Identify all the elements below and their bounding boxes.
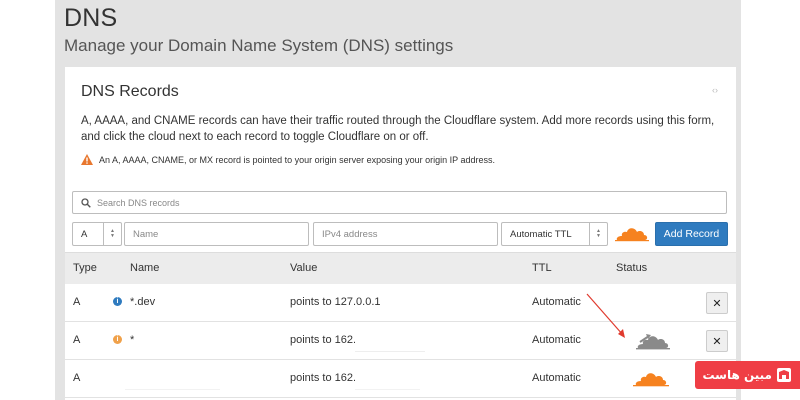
ttl-select[interactable]: Automatic TTL ▲ ▼ bbox=[501, 222, 608, 246]
record-type: A bbox=[73, 334, 81, 346]
column-status: Status bbox=[616, 262, 648, 274]
brand-logo-icon bbox=[777, 368, 791, 382]
column-value: Value bbox=[290, 262, 318, 274]
card-description: A, AAAA, and CNAME records can have thei… bbox=[81, 115, 715, 143]
record-value[interactable]: points to 127.0.0.1 bbox=[290, 296, 381, 308]
warning-icon bbox=[81, 154, 93, 165]
cloud-icon[interactable] bbox=[635, 330, 671, 352]
record-type: A bbox=[73, 296, 81, 308]
search-icon bbox=[81, 197, 91, 208]
record-type-value: A bbox=[81, 228, 88, 240]
record-ttl[interactable]: Automatic bbox=[532, 372, 581, 384]
warning-text: An A, AAAA, CNAME, or MX record is point… bbox=[99, 154, 496, 165]
redacted-area bbox=[355, 332, 425, 352]
collapse-icon[interactable]: ‹› bbox=[712, 85, 718, 95]
table-header: Type Name Value TTL Status bbox=[65, 252, 736, 284]
page: DNS Manage your Domain Name System (DNS)… bbox=[0, 0, 800, 400]
info-icon[interactable]: i bbox=[113, 297, 122, 306]
add-record-button[interactable]: Add Record bbox=[655, 222, 728, 246]
brand-badge: مبین هاست bbox=[695, 361, 800, 389]
delete-record-button[interactable]: ✕ bbox=[706, 330, 728, 352]
record-value[interactable]: points to 162. bbox=[290, 372, 356, 384]
card-title: DNS Records bbox=[81, 83, 179, 100]
record-ttl[interactable]: Automatic bbox=[532, 296, 581, 308]
table-row: A points to 162. Automatic bbox=[65, 360, 736, 398]
record-type-select[interactable]: A ▲ ▼ bbox=[72, 222, 122, 246]
ttl-value: Automatic TTL bbox=[510, 228, 572, 240]
dns-records-card: DNS Records ‹› A, AAAA, and CNAME record… bbox=[65, 67, 736, 400]
column-ttl: TTL bbox=[532, 262, 552, 274]
annotation-arrow bbox=[586, 293, 625, 338]
cloud-icon[interactable] bbox=[633, 370, 669, 390]
name-input[interactable] bbox=[124, 222, 309, 246]
table-row: A i *.dev points to 127.0.0.1 Automatic … bbox=[65, 284, 736, 322]
close-icon: ✕ bbox=[712, 335, 722, 348]
stepper-icon: ▲ ▼ bbox=[589, 223, 607, 245]
delete-record-button[interactable]: ✕ bbox=[706, 292, 728, 314]
table-row: A i * points to 162. Automatic ✕ bbox=[65, 322, 736, 360]
column-type: Type bbox=[73, 262, 97, 274]
cloud-icon[interactable] bbox=[615, 224, 649, 244]
brand-text: مبین هاست bbox=[702, 368, 772, 382]
stepper-icon: ▲ ▼ bbox=[103, 223, 121, 245]
search-input[interactable] bbox=[97, 197, 657, 208]
page-title: DNS bbox=[64, 4, 118, 32]
search-bar[interactable] bbox=[72, 191, 727, 214]
record-name[interactable]: *.dev bbox=[130, 296, 155, 308]
close-icon: ✕ bbox=[712, 297, 722, 310]
page-subtitle: Manage your Domain Name System (DNS) set… bbox=[64, 36, 454, 55]
record-name[interactable]: * bbox=[130, 334, 134, 346]
redacted-area bbox=[125, 370, 220, 390]
warning-message: An A, AAAA, CNAME, or MX record is point… bbox=[81, 154, 495, 165]
record-ttl[interactable]: Automatic bbox=[532, 334, 581, 346]
info-icon[interactable]: i bbox=[113, 335, 122, 344]
record-value[interactable]: points to 162. bbox=[290, 334, 356, 346]
record-type: A bbox=[73, 372, 81, 384]
ipv4-input[interactable] bbox=[313, 222, 498, 246]
redacted-area bbox=[355, 370, 420, 390]
column-name: Name bbox=[130, 262, 160, 274]
